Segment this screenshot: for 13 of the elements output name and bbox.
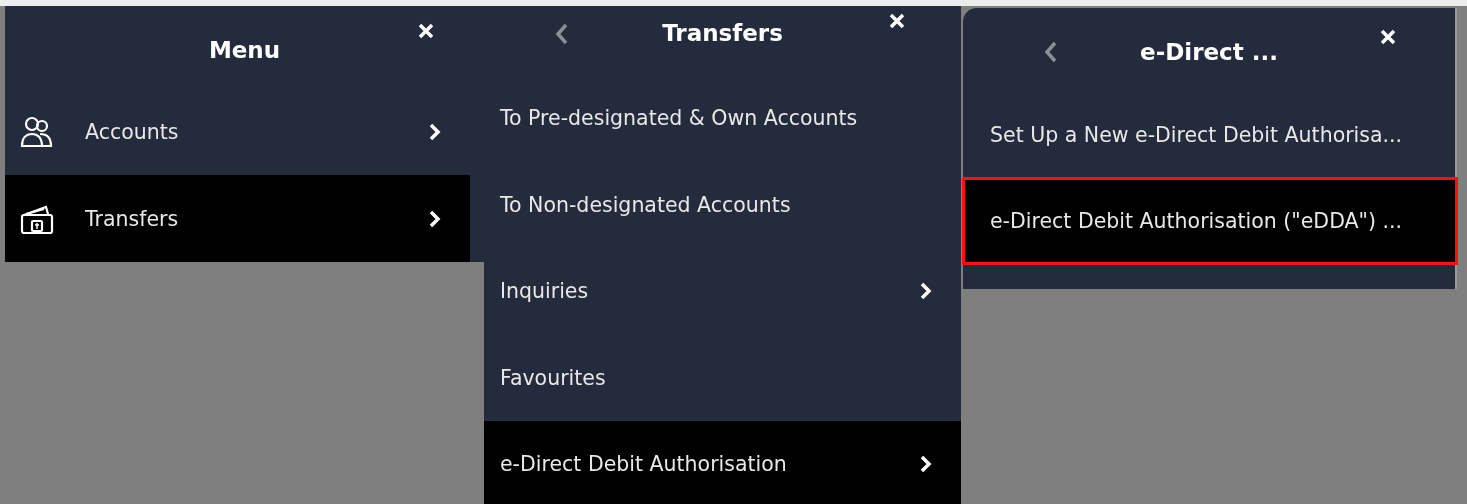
menu-item[interactable]: Set Up a New e-Direct Debit Authorisa... xyxy=(963,92,1457,178)
menu-item[interactable]: Favourites xyxy=(484,334,961,421)
menu-item[interactable]: e-Direct Debit Authorisation xyxy=(484,421,961,504)
menu-item[interactable]: Inquiries xyxy=(484,248,961,335)
menu-item[interactable]: e-Direct Debit Authorisation ("eDDA") ... xyxy=(963,178,1457,264)
menu-item[interactable]: Accounts xyxy=(5,88,470,175)
panel-title: Transfers xyxy=(662,19,783,46)
panel-title: e-Direct ... xyxy=(1140,39,1278,65)
menu-item[interactable]: To Non-designated Accounts xyxy=(484,161,961,248)
people-icon xyxy=(20,115,54,148)
menu-item[interactable]: Transfers xyxy=(5,175,470,262)
menu-item[interactable]: To Pre-designated & Own Accounts xyxy=(484,75,961,162)
panel-title: Menu xyxy=(208,37,281,63)
